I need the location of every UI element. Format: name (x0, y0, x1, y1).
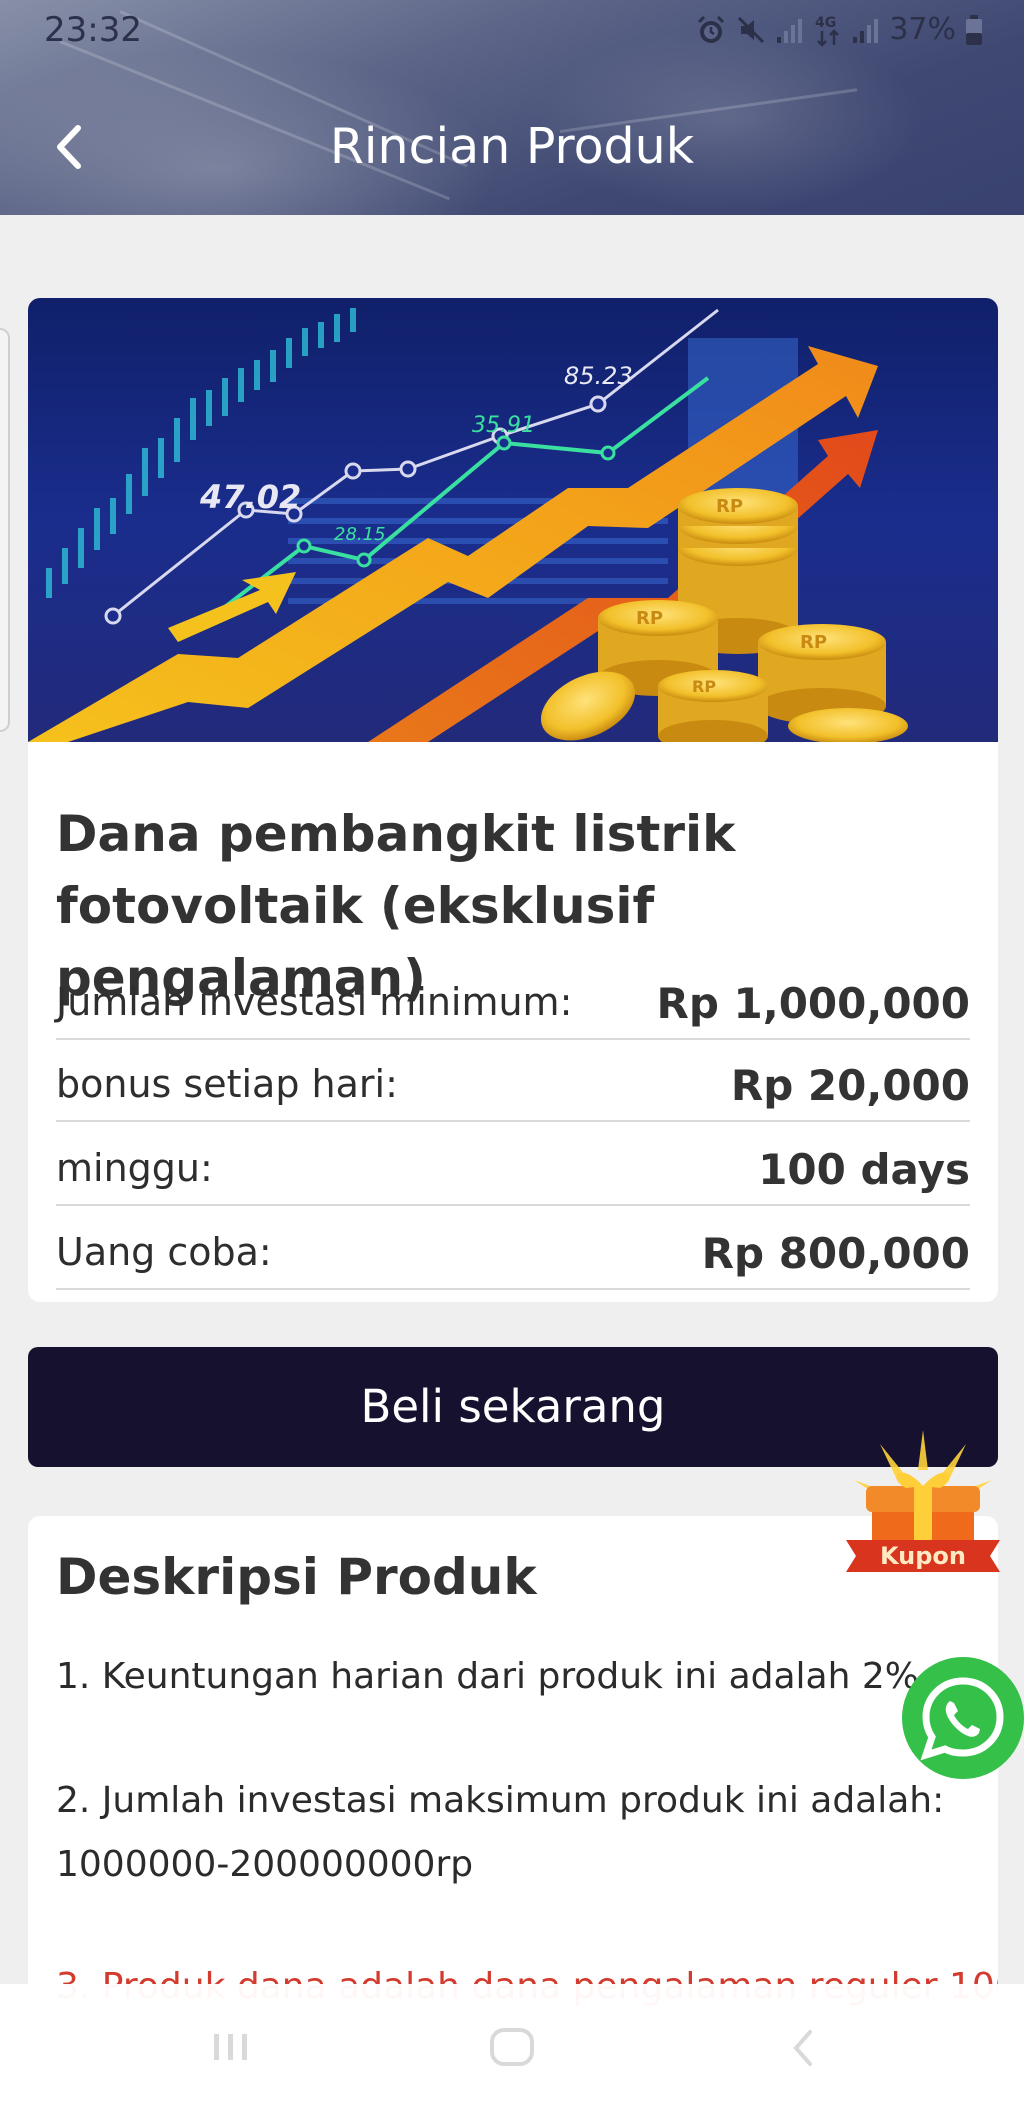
kupon-button[interactable]: Kupon (840, 1430, 1006, 1600)
back-icon (793, 2030, 812, 2066)
description-line: 2. Jumlah investasi maksimum produk ini … (56, 1780, 945, 1821)
status-bar: 23:32 4G 37% (0, 0, 1024, 60)
banner-label: 35.91 (472, 413, 535, 438)
info-label: Jumlah investasi minimum: (56, 980, 573, 1024)
info-value: Rp 800,000 (701, 1229, 970, 1278)
coin-text: RP (636, 608, 663, 629)
product-banner-image: 47.02 28.15 35.91 85.23 RP RP RP RP (28, 298, 998, 742)
header: 23:32 4G 37% Rincian Produk (0, 0, 1024, 215)
info-value: 100 days (758, 1145, 970, 1194)
side-drawer-handle[interactable] (0, 328, 10, 732)
info-row-duration: minggu: 100 days (56, 1124, 970, 1206)
coin-text: RP (716, 496, 743, 517)
whatsapp-button[interactable] (902, 1657, 1024, 1779)
description-title: Deskripsi Produk (56, 1548, 537, 1606)
system-navigation-bar (0, 1984, 1024, 2104)
info-row-trial-money: Uang coba: Rp 800,000 (56, 1208, 970, 1290)
battery-text: 37% (889, 12, 956, 47)
whatsapp-icon (920, 1677, 1004, 1761)
back-nav-button[interactable] (774, 2018, 834, 2078)
product-card: 47.02 28.15 35.91 85.23 RP RP RP RP Dana… (28, 298, 998, 1302)
info-label: Uang coba: (56, 1230, 272, 1274)
info-label: bonus setiap hari: (56, 1062, 398, 1106)
recent-apps-icon (214, 2034, 247, 2060)
info-label: minggu: (56, 1146, 213, 1190)
kupon-label: Kupon (880, 1542, 966, 1570)
signal-icon (853, 18, 879, 43)
banner-label: 28.15 (334, 524, 386, 545)
home-button[interactable] (482, 2018, 542, 2078)
gift-icon: Kupon (846, 1430, 1000, 1572)
description-line: 1. Keuntungan harian dari produk ini ada… (56, 1656, 931, 1697)
home-icon (490, 2028, 534, 2066)
network-label: 4G (815, 15, 836, 31)
info-value: Rp 1,000,000 (656, 979, 970, 1028)
page-title: Rincian Produk (329, 118, 695, 175)
banner-label: 47.02 (199, 478, 301, 516)
mute-icon (738, 16, 765, 43)
banner-label: 85.23 (564, 362, 633, 390)
battery-icon (966, 14, 982, 45)
signal-icon (777, 18, 803, 43)
info-row-daily-bonus: bonus setiap hari: Rp 20,000 (56, 1040, 970, 1122)
coin-text: RP (800, 632, 827, 653)
description-line: 1000000-200000000rp (56, 1844, 474, 1885)
alarm-icon (698, 15, 725, 43)
info-row-min-investment: Jumlah investasi minimum: Rp 1,000,000 (56, 958, 970, 1040)
recent-apps-button[interactable] (200, 2018, 260, 2078)
info-value: Rp 20,000 (730, 1061, 970, 1110)
coin-text: RP (692, 677, 716, 696)
status-icons: 4G 37% (695, 12, 984, 47)
status-time: 23:32 (44, 10, 142, 50)
network-4g-icon: 4G (815, 15, 840, 47)
